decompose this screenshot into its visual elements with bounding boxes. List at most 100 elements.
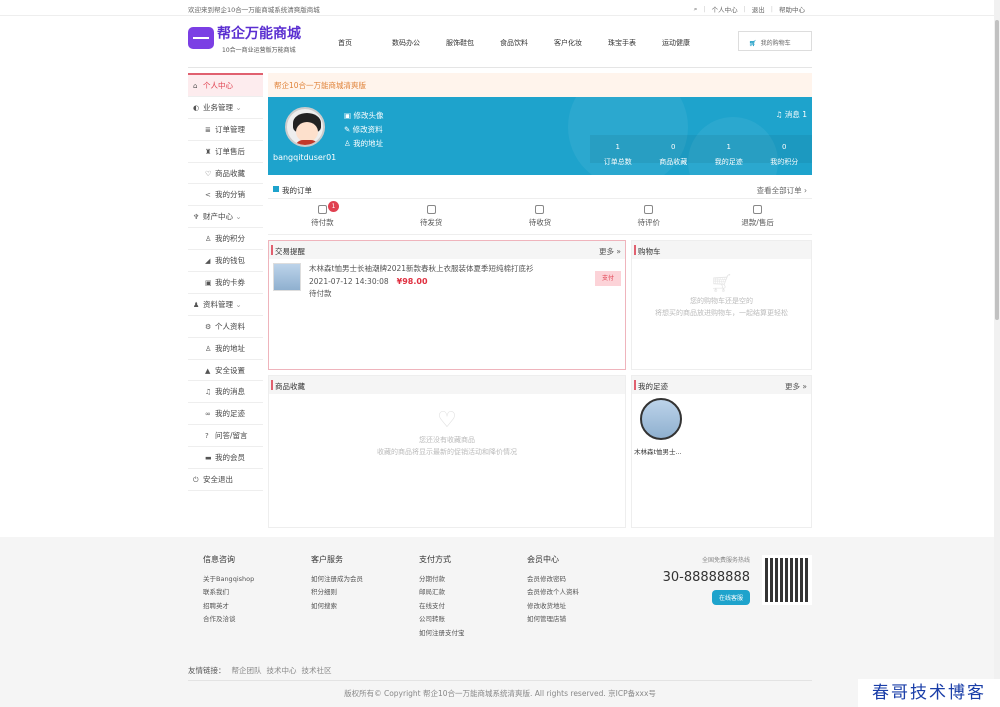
- footer-link[interactable]: 招聘英才: [203, 600, 303, 614]
- cart-empty-icon: 🛒︎: [710, 273, 733, 294]
- sidebar-item[interactable]: ♫ 我的消息: [188, 381, 263, 404]
- stat-item[interactable]: 0 商品收藏: [646, 135, 702, 166]
- footer-link[interactable]: 关于Bangqishop: [203, 573, 303, 587]
- sidebar-item[interactable]: ♟ 资料管理 ⌄: [188, 294, 263, 316]
- my-address-link[interactable]: ♙ 我的地址: [344, 137, 383, 151]
- sidebar-item[interactable]: ⏻ 安全退出: [188, 469, 263, 491]
- order-status-0[interactable]: 待付款 1: [268, 199, 377, 234]
- more-link[interactable]: 更多 »: [785, 381, 807, 392]
- sidebar-item[interactable]: ♙ 我的地址: [188, 338, 263, 360]
- order-status-4[interactable]: 退款/售后: [703, 199, 812, 234]
- sidebar-item[interactable]: ⚙ 个人资料: [188, 316, 263, 338]
- sidebar: ⌂ 个人中心 ◐ 业务管理 ⌄ ≣ 订单管理 ♜ 订单售后 ♡ 商品收藏 < 我的分销 ♆ 财产中心 ⌄ ♙…: [188, 73, 263, 491]
- stat-item[interactable]: 1 订单总数: [590, 135, 646, 166]
- sidebar-item-label: 我的消息: [215, 387, 245, 397]
- footer-link[interactable]: 如何注册成为会员: [311, 573, 411, 587]
- footer-link[interactable]: 修改收货地址: [527, 600, 627, 614]
- footer-link[interactable]: 公司转账: [419, 613, 519, 627]
- link-help[interactable]: 帮助中心: [779, 4, 805, 14]
- footer-column: 信息咨询关于Bangqishop 联系我们 招聘英才 合作及洽谈: [203, 553, 303, 627]
- nav-item[interactable]: 服饰鞋包: [446, 38, 500, 48]
- avatar[interactable]: [285, 107, 325, 147]
- sidebar-item[interactable]: ∞ 我的足迹: [188, 403, 263, 426]
- footer-link[interactable]: 分期付款: [419, 573, 519, 587]
- sidebar-item[interactable]: ? 问答/留言: [188, 425, 263, 448]
- friend-link[interactable]: 技术社区: [302, 666, 332, 675]
- sidebar-item[interactable]: ◢ 我的钱包: [188, 250, 263, 273]
- wallet-icon: ◢: [205, 257, 211, 266]
- footer-column-title: 会员中心: [527, 555, 559, 564]
- sidebar-item[interactable]: ♡ 商品收藏: [188, 163, 263, 185]
- footer-link[interactable]: 在线支付: [419, 600, 519, 614]
- edit-avatar-link[interactable]: ▣ 修改头像: [344, 109, 383, 123]
- product-name[interactable]: 木林森t恤男士长袖潮牌2021新款春秋上衣服装体夏季短纯棉打底衫: [309, 263, 534, 276]
- friend-link[interactable]: 帮企团队: [232, 666, 262, 675]
- footer-link[interactable]: 合作及洽谈: [203, 613, 303, 627]
- cart-button[interactable]: 🛒︎ 我的购物车: [738, 31, 812, 51]
- nav-item[interactable]: 运动健康: [662, 38, 716, 48]
- footer-link[interactable]: 如何搜索: [311, 600, 411, 614]
- scrollbar[interactable]: [994, 0, 1000, 707]
- profile-card: bangqitduser01 ▣ 修改头像 ✎ 修改资料 ♙ 我的地址 ♫ 消息…: [268, 97, 812, 175]
- service-icon: ♜: [205, 147, 212, 156]
- list-icon: ≣: [205, 125, 211, 134]
- qr-code: [762, 555, 812, 605]
- sidebar-item-label: 个人资料: [215, 321, 245, 331]
- footer-link[interactable]: 联系我们: [203, 586, 303, 600]
- sidebar-item[interactable]: < 我的分销: [188, 184, 263, 207]
- online-service-button[interactable]: 在线客服: [711, 590, 750, 605]
- search-icon[interactable]: ⌕: [694, 5, 698, 14]
- link-logout[interactable]: 退出: [752, 4, 765, 14]
- sidebar-item-label: 我的会员: [215, 453, 245, 463]
- nav-item[interactable]: 客户化妆: [554, 38, 608, 48]
- more-link[interactable]: 更多 »: [599, 246, 621, 257]
- location-icon: ♙: [205, 344, 212, 353]
- link-user-center[interactable]: 个人中心: [712, 4, 738, 14]
- stat-item[interactable]: 0 我的积分: [757, 135, 813, 166]
- stat-item[interactable]: 1 我的足迹: [701, 135, 757, 166]
- order-status-3[interactable]: 待评价: [594, 199, 703, 234]
- footer-link[interactable]: 邮局汇款: [419, 586, 519, 600]
- footer-link[interactable]: 会员修改密码: [527, 573, 627, 587]
- footer-column-title: 信息咨询: [203, 555, 235, 564]
- nav-item[interactable]: 数码办公: [392, 38, 446, 48]
- logo[interactable]: 帮企万能商城 10合一商业运营版万能商城: [188, 26, 301, 54]
- sidebar-item[interactable]: ⌂ 个人中心: [188, 75, 263, 97]
- sidebar-item[interactable]: ▲ 安全设置: [188, 360, 263, 382]
- view-all-orders-link[interactable]: 查看全部订单 ›: [757, 185, 807, 196]
- pay-button[interactable]: 支付: [595, 271, 621, 286]
- order-status-icon: [753, 205, 763, 214]
- product-thumbnail[interactable]: [273, 263, 301, 291]
- footprint-thumbnail[interactable]: [640, 398, 682, 440]
- order-status-icon: [317, 205, 327, 214]
- main-nav: 首页 数码办公 服饰鞋包 食品饮料 客户化妆 珠宝手表 运动健康: [338, 38, 716, 48]
- sidebar-item[interactable]: ▣ 我的卡券: [188, 272, 263, 294]
- edit-profile-link[interactable]: ✎ 修改资料: [344, 123, 383, 137]
- friend-link[interactable]: 技术中心: [267, 666, 297, 675]
- chevron-down-icon: ⌄: [233, 102, 242, 112]
- sidebar-item[interactable]: ♙ 我的积分: [188, 228, 263, 251]
- sidebar-item[interactable]: ◐ 业务管理 ⌄: [188, 97, 263, 119]
- sidebar-item[interactable]: ♆ 财产中心 ⌄: [188, 206, 263, 229]
- top-bar: 欢迎来到帮企10合一万能商城系统清爽版商城 ⌕ | 个人中心 | 退出 | 帮助中心: [0, 0, 1000, 16]
- footer-link[interactable]: 积分细则: [311, 586, 411, 600]
- cart-label: 我的购物车: [760, 40, 791, 47]
- sidebar-item-label: 我的地址: [215, 343, 245, 353]
- sidebar-item[interactable]: ≣ 订单管理: [188, 119, 263, 141]
- stat-label: 我的积分: [770, 158, 799, 166]
- order-status-label: 待发货: [419, 218, 443, 227]
- footer-link[interactable]: 如何管理店铺: [527, 613, 627, 627]
- footer-link[interactable]: 会员修改个人资料: [527, 586, 627, 600]
- footprint-name[interactable]: 木林森t恤男士...: [634, 446, 811, 456]
- sidebar-item[interactable]: ▬ 我的会员: [188, 447, 263, 470]
- footer-link[interactable]: 如何注册支付宝: [419, 627, 519, 641]
- points-icon: ♙: [205, 235, 212, 244]
- messages-link[interactable]: ♫ 消息 1: [776, 109, 807, 120]
- nav-item[interactable]: 珠宝手表: [608, 38, 662, 48]
- sidebar-item-label: 我的卡券: [215, 278, 245, 288]
- order-status-2[interactable]: 待收货: [486, 199, 595, 234]
- order-status-1[interactable]: 待发货: [377, 199, 486, 234]
- sidebar-item[interactable]: ♜ 订单售后: [188, 141, 263, 163]
- nav-item[interactable]: 首页: [338, 38, 392, 48]
- nav-item[interactable]: 食品饮料: [500, 38, 554, 48]
